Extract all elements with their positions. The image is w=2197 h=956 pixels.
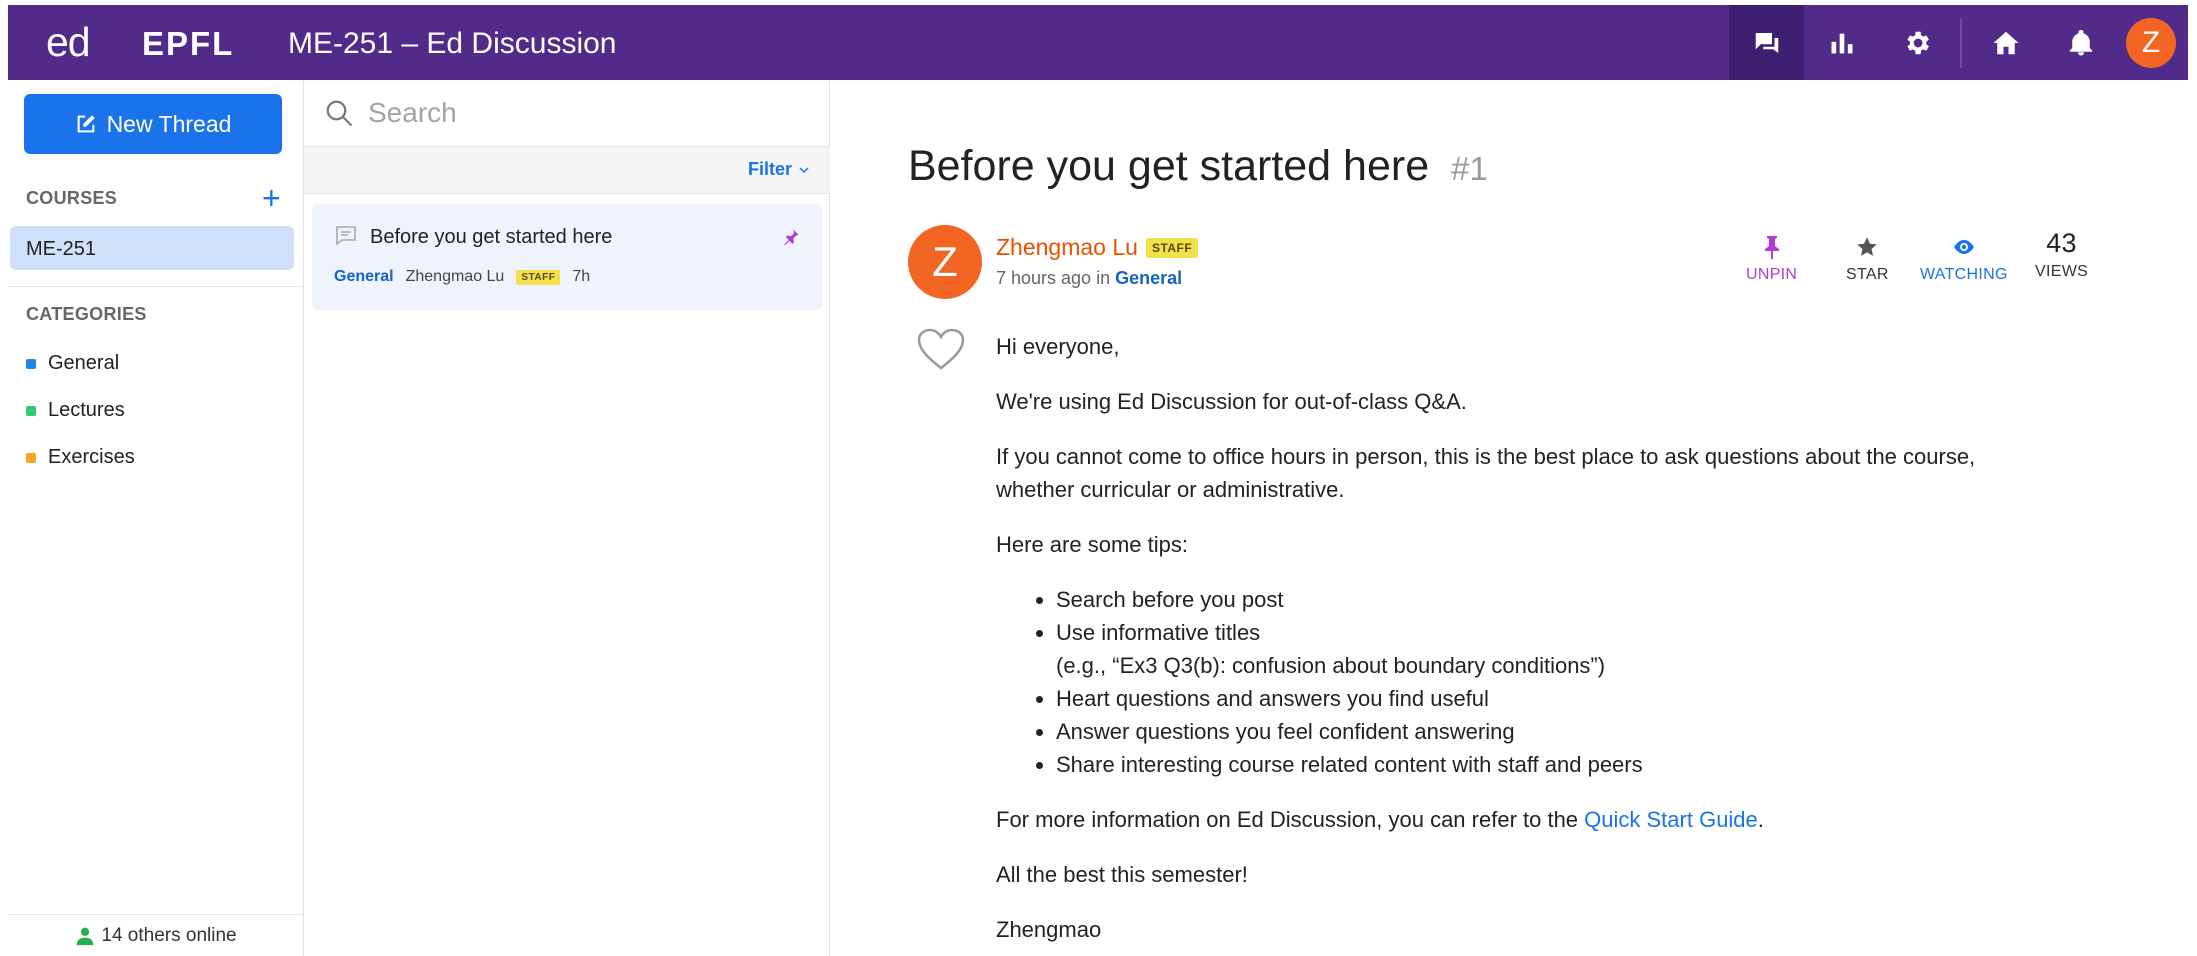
post-view: Before you get started here #1 Z Zhengmao… xyxy=(830,80,2197,956)
thread-author: Zhengmao Lu xyxy=(405,268,505,285)
post-category[interactable]: General xyxy=(1115,268,1182,288)
unpin-button[interactable]: UNPIN xyxy=(1746,234,1797,284)
ed-logo[interactable]: ed xyxy=(46,19,91,66)
thread-time: 7h xyxy=(572,268,591,285)
thread-meta: General Zhengmao Lu STAFF 7h xyxy=(334,268,590,286)
category-color-dot xyxy=(26,358,36,369)
body-paragraph: For more information on Ed Discussion, y… xyxy=(996,803,2096,836)
tip-item: Answer questions you feel confident answ… xyxy=(1056,715,2096,748)
course-item-me-251[interactable]: ME-251 xyxy=(10,226,294,270)
thread-title: Before you get started here xyxy=(370,226,613,248)
add-course-icon[interactable]: + xyxy=(262,182,281,214)
person-icon xyxy=(77,927,94,945)
star-button[interactable]: STAR xyxy=(1846,234,1889,284)
eye-icon xyxy=(1953,240,1974,254)
body-text-line: If you cannot come to office hours in pe… xyxy=(996,444,1976,469)
views-count: 43 xyxy=(2046,228,2077,258)
category-item-general[interactable]: General xyxy=(26,352,119,375)
settings-icon[interactable] xyxy=(1879,5,1954,80)
tip-example: (e.g., “Ex3 Q3(b): confusion about bound… xyxy=(1056,653,1606,678)
star-icon xyxy=(1857,237,1878,256)
tip-item: Share interesting course related content… xyxy=(1056,748,2096,781)
epfl-logo: EPFL xyxy=(142,25,235,62)
body-paragraph: We're using Ed Discussion for out-of-cla… xyxy=(996,389,1467,414)
categories-heading: CATEGORIES xyxy=(26,304,147,324)
tip-item: Heart questions and answers you find use… xyxy=(1056,682,2096,715)
sidebar-divider xyxy=(8,286,304,287)
search-input[interactable] xyxy=(368,97,768,129)
bell-icon[interactable] xyxy=(2043,5,2118,80)
new-thread-label: New Thread xyxy=(106,110,232,137)
category-label: Lectures xyxy=(48,399,125,421)
filter-button[interactable]: Filter xyxy=(748,159,810,180)
body-text-line: whether curricular or administrative. xyxy=(996,477,1345,502)
filter-label: Filter xyxy=(747,159,792,179)
staff-badge: STAFF xyxy=(516,269,561,285)
new-thread-button[interactable]: New Thread xyxy=(24,94,282,154)
views-counter: 43 VIEWS xyxy=(2035,228,2088,281)
watching-label: WATCHING xyxy=(1920,266,2008,283)
post-title: Before you get started here xyxy=(908,142,1430,190)
courses-heading: COURSES xyxy=(26,188,118,208)
thread-icon xyxy=(336,226,356,246)
chevron-down-icon xyxy=(799,166,809,173)
top-bar: ed EPFL ME-251 – Ed Discussion Z xyxy=(0,0,2197,80)
author-avatar[interactable]: Z xyxy=(908,225,982,299)
top-bar-inner: ed EPFL ME-251 – Ed Discussion Z xyxy=(8,5,2188,80)
post-number: #1 xyxy=(1451,150,1488,187)
quick-start-guide-link[interactable]: Quick Start Guide xyxy=(1584,807,1758,832)
top-nav-icons: Z xyxy=(1729,5,2188,80)
category-color-dot xyxy=(26,405,36,416)
views-label: VIEWS xyxy=(2035,263,2089,280)
staff-badge: STAFF xyxy=(1145,237,1199,258)
category-item-exercises[interactable]: Exercises xyxy=(26,446,135,469)
post-time: 7 hours ago xyxy=(996,268,1092,288)
analytics-icon[interactable] xyxy=(1804,5,1879,80)
post-in-label: in xyxy=(1096,268,1111,288)
tips-list: Search before you post Use informative t… xyxy=(1056,583,2096,781)
user-avatar[interactable]: Z xyxy=(2126,17,2176,68)
body-text: . xyxy=(1757,807,1764,832)
author-name-row: Zhengmao Lu STAFF xyxy=(996,234,1199,261)
nav-separator xyxy=(1960,17,1962,68)
category-item-lectures[interactable]: Lectures xyxy=(26,399,125,422)
greeting-text: Hi everyone, xyxy=(996,334,1120,359)
course-title: ME-251 – Ed Discussion xyxy=(288,27,617,60)
online-count-text: 14 others online xyxy=(101,924,237,946)
category-color-dot xyxy=(26,452,36,463)
post-title-row: Before you get started here #1 xyxy=(908,142,1488,191)
post-body: Hi everyone, We're using Ed Discussion f… xyxy=(996,330,2096,956)
compose-icon xyxy=(77,115,95,133)
filter-bar: Filter xyxy=(304,146,830,194)
pin-icon xyxy=(784,229,799,246)
author-name[interactable]: Zhengmao Lu xyxy=(996,234,1138,261)
tip-text: Use informative titles xyxy=(1056,620,1261,645)
closing-text: All the best this semester! xyxy=(996,862,1248,887)
left-sidebar: New Thread COURSES + ME-251 CATEGORIES G… xyxy=(8,80,304,956)
body-paragraph: If you cannot come to office hours in pe… xyxy=(996,440,2096,506)
search-icon xyxy=(326,100,353,127)
tip-item: Search before you post xyxy=(1056,583,2096,616)
category-label: General xyxy=(48,352,120,374)
star-label: STAR xyxy=(1846,266,1889,283)
discussion-icon[interactable] xyxy=(1729,5,1804,80)
post-meta: 7 hours ago in General xyxy=(996,268,1182,289)
thread-list-item[interactable]: Before you get started here General Zhen… xyxy=(312,204,822,310)
watching-button[interactable]: WATCHING xyxy=(1920,234,2008,284)
heart-icon[interactable] xyxy=(916,328,966,377)
body-paragraph: Here are some tips: xyxy=(996,532,1188,557)
online-status: 14 others online xyxy=(8,914,304,956)
category-label: Exercises xyxy=(48,446,135,468)
body-text: For more information on Ed Discussion, y… xyxy=(996,807,1585,832)
tip-item: Use informative titles (e.g., “Ex3 Q3(b)… xyxy=(1056,616,2096,682)
search-bar xyxy=(304,80,830,146)
thread-category: General xyxy=(334,268,394,285)
unpin-label: UNPIN xyxy=(1746,266,1798,283)
home-icon[interactable] xyxy=(1968,5,2043,80)
thread-list-panel: Filter Before you get started here Gener… xyxy=(304,80,830,956)
signature-text: Zhengmao xyxy=(996,917,1102,942)
pin-icon xyxy=(1764,236,1779,260)
